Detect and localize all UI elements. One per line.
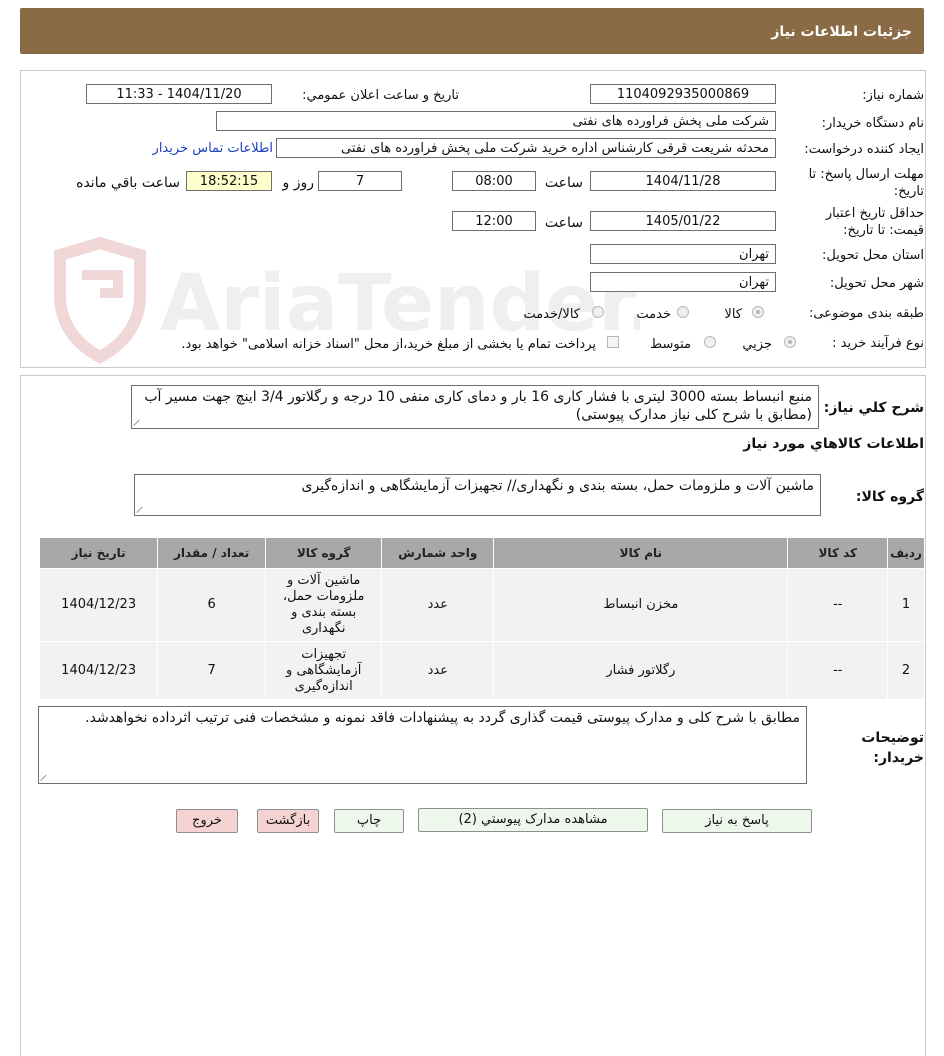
col-header-code: کد کالا (787, 537, 889, 569)
cell-code: -- (787, 641, 889, 700)
requester-label: ايجاد کننده درخواست: (804, 142, 924, 157)
remaining-label: ساعت باقي مانده (76, 175, 180, 191)
category-option-service: خدمت (636, 307, 671, 322)
cell-row-number: 1 (887, 568, 925, 642)
days-label: روز و (282, 175, 315, 191)
col-header-name: نام کالا (493, 537, 789, 569)
exit-button[interactable]: خروج (176, 809, 238, 833)
col-header-row-number: رديف (887, 537, 925, 569)
buyer-notes-text: مطابق با شرح کلی و مدارک پیوستی قیمت گذا… (85, 710, 800, 726)
col-header-group: گروه کالا (264, 537, 383, 569)
validity-date-field: 1405/01/22 (590, 211, 776, 231)
description-label: شرح کلي نياز: (823, 400, 924, 416)
need-number-field: 1104092935000869 (590, 84, 776, 104)
table-row: 1 -- مخزن انبساط عدد ماشین آلات و ملزوما… (38, 568, 925, 642)
back-button[interactable]: بازگشت (257, 809, 319, 833)
category-radio-goods[interactable] (752, 306, 764, 318)
goods-group-label: گروه کالا: (855, 489, 924, 505)
payment-note: پرداخت تمام یا بخشی از مبلغ خرید،از محل … (181, 337, 596, 352)
items-table: رديف کد کالا نام کالا واحد شمارش گروه کا… (38, 537, 925, 700)
category-label: طبقه بندی موضوعی: (808, 306, 924, 321)
province-label: استان محل تحويل: (822, 248, 924, 263)
deadline-time-field: 08:00 (452, 171, 536, 191)
category-option-goods-service: کالا/خدمت (523, 307, 580, 322)
print-button[interactable]: چاپ (334, 809, 404, 833)
resize-grip-icon[interactable] (41, 774, 48, 781)
announce-field: 1404/11/20 - 11:33 (86, 84, 272, 104)
requester-field: محدثه شریعت قرقی کارشناس اداره خرید شرکت… (276, 138, 776, 158)
page-title: جزئيات اطلاعات نياز (771, 24, 912, 40)
process-radio-minor[interactable] (784, 336, 796, 348)
city-field: تهران (590, 272, 776, 292)
goods-section-title: اطلاعات کالاهاي مورد نياز (743, 436, 924, 452)
table-header-row: رديف کد کالا نام کالا واحد شمارش گروه کا… (38, 537, 925, 569)
need-number-label: شماره نياز: (862, 88, 924, 103)
cell-name: مخزن انبساط (493, 568, 789, 642)
attachments-button[interactable]: مشاهده مدارک پيوستي (2) (418, 808, 648, 832)
category-radio-goods-service[interactable] (592, 306, 604, 318)
cell-quantity: 6 (157, 568, 266, 642)
cell-unit: عدد (381, 641, 495, 700)
process-radio-medium[interactable] (704, 336, 716, 348)
goods-group-text: ماشین آلات و ملزومات حمل، بسته بندی و نگ… (301, 478, 814, 494)
buyer-notes-textarea[interactable]: مطابق با شرح کلی و مدارک پیوستی قیمت گذا… (38, 706, 807, 784)
deadline-label: مهلت ارسال پاسخ: تا تاريخ: (808, 167, 924, 199)
cell-date: 1404/12/23 (38, 641, 159, 700)
col-header-date: تاريخ نياز (38, 537, 159, 569)
payment-checkbox[interactable] (607, 336, 619, 348)
province-field: تهران (590, 244, 776, 264)
cell-group: تجهیزات آزمایشگاهی و اندازه‌گیری (264, 641, 383, 700)
cell-name: رگلاتور فشار (493, 641, 789, 700)
cell-code: -- (787, 568, 889, 642)
resize-grip-icon[interactable] (137, 506, 144, 513)
goods-group-textarea[interactable]: ماشین آلات و ملزومات حمل، بسته بندی و نگ… (134, 474, 821, 516)
cell-row-number: 2 (887, 641, 925, 700)
resize-grip-icon[interactable] (134, 419, 141, 426)
reply-button[interactable]: پاسخ به نياز (662, 809, 812, 833)
buyer-org-field: شرکت ملی پخش فراورده های نفتی (216, 111, 776, 131)
deadline-date-field: 1404/11/28 (590, 171, 776, 191)
svg-text:AriaTender.neT: AriaTender.neT (160, 259, 640, 349)
remaining-time-field: 18:52:15 (186, 171, 272, 191)
cell-quantity: 7 (157, 641, 266, 700)
description-text: منبع انبساط بسته 3000 لیتری با فشار کاری… (144, 389, 812, 423)
cell-date: 1404/12/23 (38, 568, 159, 642)
buyer-org-label: نام دستگاه خريدار: (821, 116, 924, 131)
process-label: نوع فرآيند خريد : (832, 336, 924, 351)
col-header-unit: واحد شمارش (381, 537, 495, 569)
page-header: جزئيات اطلاعات نياز (20, 8, 924, 54)
category-radio-service[interactable] (677, 306, 689, 318)
cell-group: ماشین آلات و ملزومات حمل، بسته بندی و نگ… (264, 568, 383, 642)
process-option-medium: متوسط (650, 337, 691, 352)
contact-info-link[interactable]: اطلاعات تماس خريدار (153, 141, 273, 156)
cell-unit: عدد (381, 568, 495, 642)
validity-time-field: 12:00 (452, 211, 536, 231)
validity-label: حداقل تاريخ اعتبار قيمت: تا تاريخ: (825, 206, 924, 238)
process-option-minor: جزيي (742, 337, 772, 352)
col-header-quantity: تعداد / مقدار (157, 537, 266, 569)
description-textarea[interactable]: منبع انبساط بسته 3000 لیتری با فشار کاری… (131, 385, 819, 429)
category-option-goods: کالا (724, 307, 742, 322)
table-row: 2 -- رگلاتور فشار عدد تجهیزات آزمایشگاهی… (38, 641, 925, 700)
city-label: شهر محل تحويل: (829, 276, 924, 291)
deadline-time-label: ساعت (544, 175, 583, 191)
days-field: 7 (318, 171, 402, 191)
validity-time-label: ساعت (544, 215, 583, 231)
announce-label: تاريخ و ساعت اعلان عمومي: (302, 88, 459, 103)
buyer-notes-label: توضيحات خريدار: (861, 730, 924, 766)
